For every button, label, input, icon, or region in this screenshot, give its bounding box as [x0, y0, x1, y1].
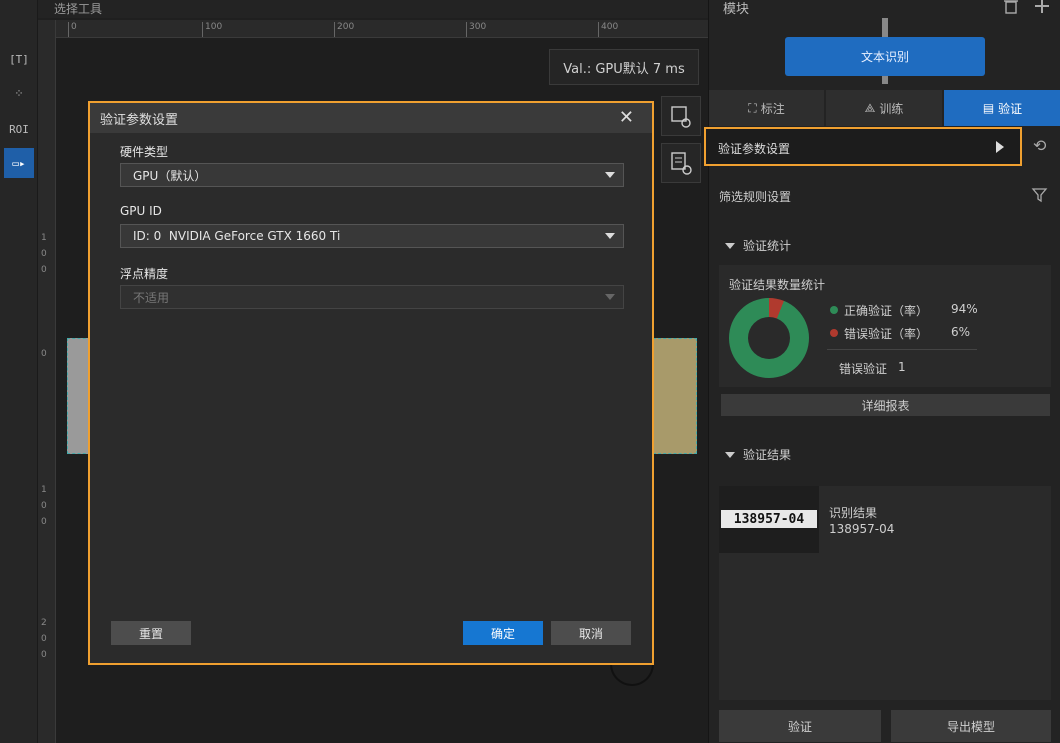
divider — [827, 349, 977, 350]
donut-hole — [741, 310, 797, 366]
gpu-id-label: GPU ID — [120, 204, 162, 218]
chevron-down-icon — [605, 233, 615, 239]
annotation-view-button[interactable] — [661, 96, 701, 136]
ruler-num: 1 — [41, 485, 47, 495]
trash-icon[interactable] — [1002, 0, 1020, 14]
stats-section-title: 验证统计 — [743, 239, 792, 253]
ruler-tick: 300 — [466, 22, 486, 37]
filter-icon[interactable] — [1031, 186, 1049, 204]
ruler-num: 0 — [41, 265, 47, 275]
wrong-count-label: 错误验证 — [839, 362, 888, 376]
node-connector-bottom — [882, 76, 888, 84]
train-icon: ⟁ — [864, 100, 876, 115]
ruler-num: 0 — [41, 501, 47, 511]
ruler-num: 1 — [41, 233, 47, 243]
ruler-tick: 100 — [202, 22, 222, 37]
hardware-type-value: GPU（默认） — [133, 168, 207, 183]
close-icon[interactable]: ✕ — [619, 107, 634, 128]
chevron-down-icon — [605, 172, 615, 178]
result-list: 138957-04 识别结果 138957-04 — [719, 486, 1051, 700]
tab-label: 训练 — [879, 101, 904, 116]
module-title: 模块 — [723, 2, 750, 17]
module-header: 模块 — [709, 0, 1060, 18]
ruler-tick: 0 — [68, 22, 77, 37]
filter-rules-label: 筛选规则设置 — [719, 190, 792, 204]
ruler-tick: 400 — [598, 22, 618, 37]
verify-settings-label: 验证参数设置 — [718, 142, 791, 156]
precision-value: 不适用 — [133, 290, 170, 305]
wrong-value: 6% — [951, 325, 971, 339]
wrong-count-value: 1 — [898, 360, 906, 374]
roi-tool-icon[interactable]: ROI — [4, 114, 34, 144]
wrong-legend-dot — [830, 329, 838, 337]
text-recognition-node[interactable]: 文本识别 — [785, 37, 985, 76]
dialog-title: 验证参数设置 — [100, 112, 179, 128]
ruler-tick: 200 — [334, 22, 354, 37]
ruler-num: 0 — [41, 249, 47, 259]
cancel-button[interactable]: 取消 — [551, 621, 631, 645]
precision-select: 不适用 — [120, 285, 624, 309]
validation-time-badge: Val.: GPU默认 7 ms — [549, 49, 699, 85]
hardware-type-label: 硬件类型 — [120, 145, 169, 159]
tab-train[interactable]: ⟁ 训练 — [826, 90, 942, 126]
text-tool-icon[interactable]: [T] — [4, 44, 34, 74]
result-thumbnail[interactable]: 138957-04 — [719, 486, 819, 553]
node-eye-icon — [671, 106, 691, 128]
results-section-title: 验证结果 — [743, 448, 792, 462]
result-title: 识别结果 — [829, 506, 878, 520]
ruler-num: 2 — [41, 618, 47, 628]
dialog-title-bar: 验证参数设置 ✕ — [90, 103, 652, 133]
stats-section-header[interactable]: 验证统计 — [725, 237, 791, 254]
play-icon — [996, 141, 1004, 153]
canvas-title: 选择工具 — [54, 2, 103, 16]
detail-report-button[interactable]: 详细报表 — [721, 394, 1050, 416]
tab-label: 验证 — [998, 101, 1023, 116]
select-tool-icon[interactable]: ▭▸ — [4, 148, 34, 178]
reset-button[interactable]: 重置 — [111, 621, 191, 645]
verify-icon: ▤ — [982, 101, 995, 115]
wrong-label: 错误验证（率） — [844, 327, 929, 341]
image-edge-right — [653, 338, 697, 454]
correct-value: 94% — [951, 302, 978, 316]
right-panel: 模块 文本识别 ⛶ 标注 ⟁ 训练 ▤ 验证 验证参数设置 ⟲ 筛选规则设置 验… — [704, 0, 1060, 743]
stats-panel: 验证结果数量统计 正确验证（率） 94% 错误验证（率） 6% 错误验证 1 — [716, 265, 1051, 391]
ruler-num: 0 — [41, 634, 47, 644]
ruler-left: 1 0 0 0 1 0 0 2 0 0 — [38, 20, 56, 743]
ok-button[interactable]: 确定 — [463, 621, 543, 645]
verify-button[interactable]: 验证 — [719, 710, 881, 742]
ruler-num: 0 — [41, 349, 47, 359]
stats-title: 验证结果数量统计 — [729, 278, 826, 292]
hardware-type-select[interactable]: GPU（默认） — [120, 163, 624, 187]
tab-label: 标注 — [760, 101, 785, 116]
list-eye-icon — [671, 152, 692, 175]
left-toolbar: [T] ⁘ ROI ▭▸ — [0, 0, 38, 743]
correct-label: 正确验证（率） — [844, 304, 929, 318]
verify-settings-row[interactable]: 验证参数设置 — [704, 127, 1022, 166]
ruler-num: 0 — [41, 517, 47, 527]
precision-label: 浮点精度 — [120, 267, 169, 281]
ruler-num: 0 — [41, 650, 47, 660]
node-connector-top — [882, 18, 888, 37]
verify-donut-chart — [716, 285, 822, 391]
tab-verify[interactable]: ▤ 验证 — [944, 90, 1060, 126]
correct-legend-dot — [830, 306, 838, 314]
gpu-id-select[interactable]: ID: 0 NVIDIA GeForce GTX 1660 Ti — [120, 224, 624, 248]
results-section-header[interactable]: 验证结果 — [725, 446, 791, 463]
node-tool-icon[interactable]: ⁘ — [4, 78, 34, 108]
result-thumb-text: 138957-04 — [721, 510, 817, 528]
result-view-button[interactable] — [661, 143, 701, 183]
verify-settings-dialog: 验证参数设置 ✕ 硬件类型 GPU（默认） GPU ID ID: 0 NVIDI… — [88, 101, 654, 665]
export-model-button[interactable]: 导出模型 — [891, 710, 1051, 742]
tab-annotate[interactable]: ⛶ 标注 — [709, 90, 824, 126]
add-icon[interactable] — [1033, 0, 1051, 14]
canvas-header: 选择工具 — [38, 0, 708, 18]
annotate-icon: ⛶ — [748, 100, 757, 115]
gpu-id-value: ID: 0 NVIDIA GeForce GTX 1660 Ti — [133, 229, 341, 243]
ruler-top: 0 100 200 300 400 — [56, 20, 708, 38]
history-icon[interactable]: ⟲ — [1033, 136, 1046, 155]
result-value: 138957-04 — [829, 522, 895, 536]
chevron-down-icon — [605, 294, 615, 300]
